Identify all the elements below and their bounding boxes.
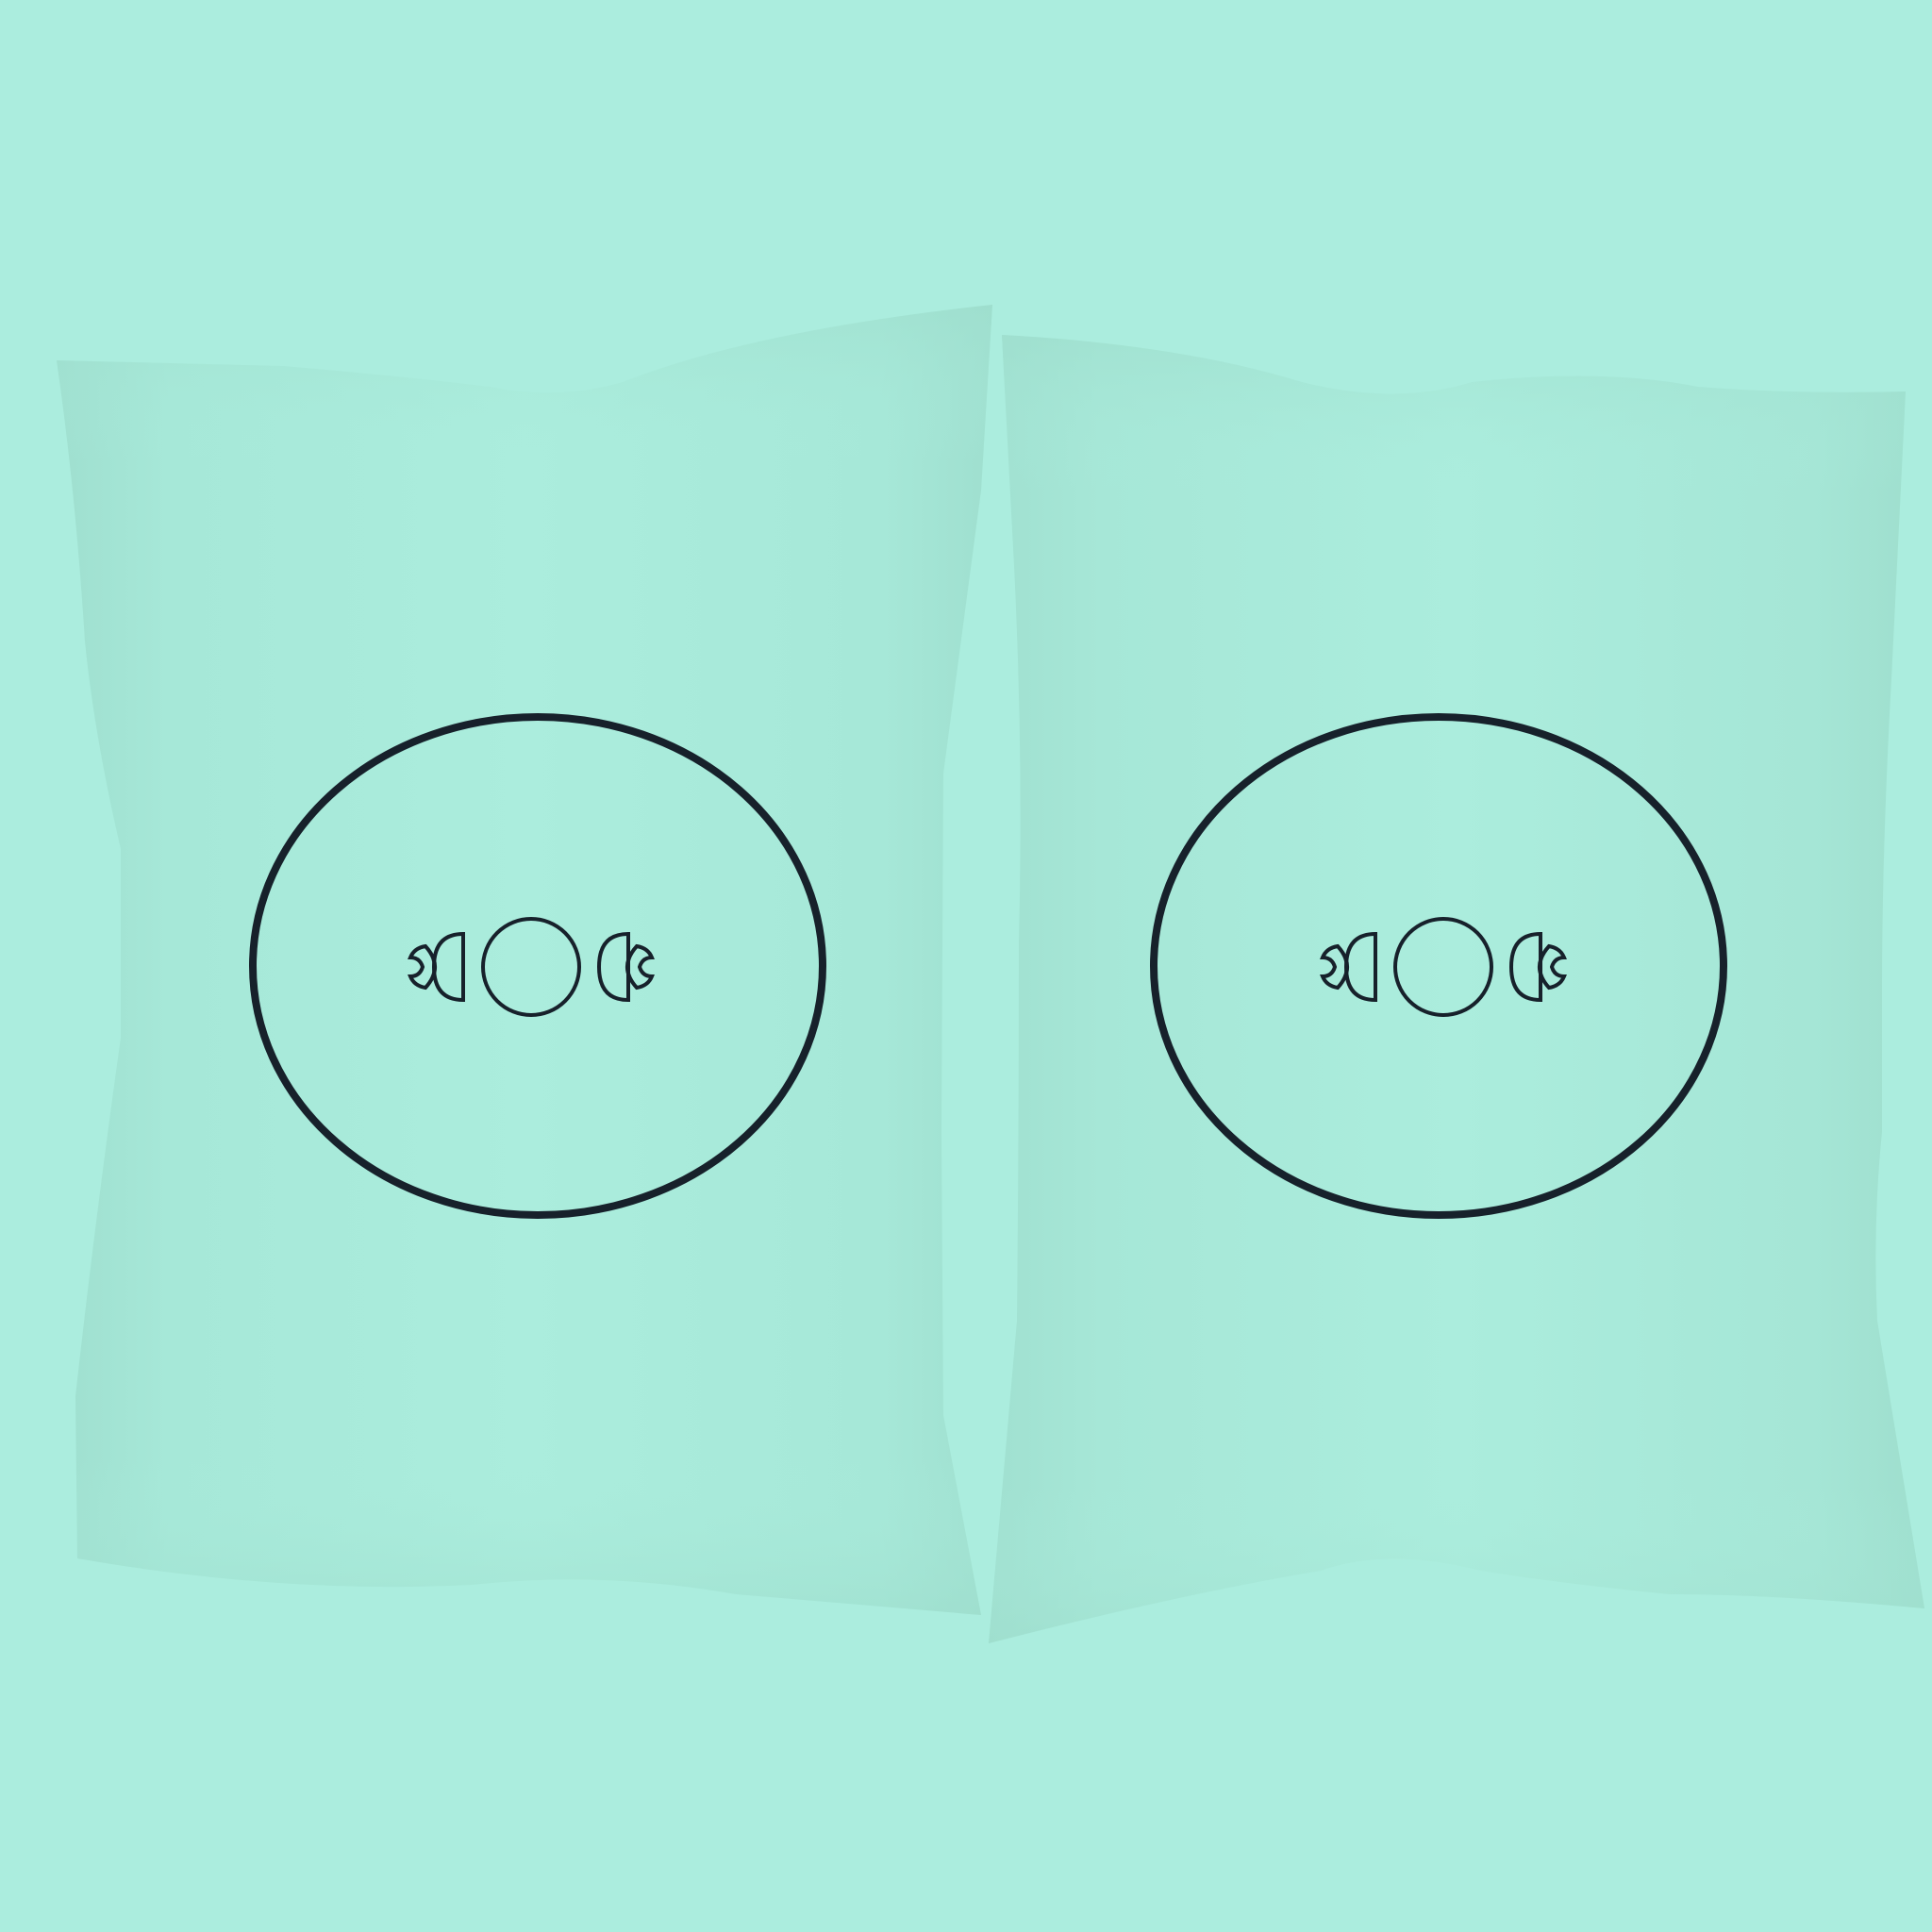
pillowcase-right [989, 335, 1924, 1643]
pillowcase-right-edge-shade [989, 335, 1924, 1643]
pillowcase-left [57, 305, 992, 1615]
pillowcase-left-edge-shade [57, 305, 992, 1615]
scene-canvas [0, 0, 1932, 1932]
product-photo-scene [0, 0, 1932, 1932]
